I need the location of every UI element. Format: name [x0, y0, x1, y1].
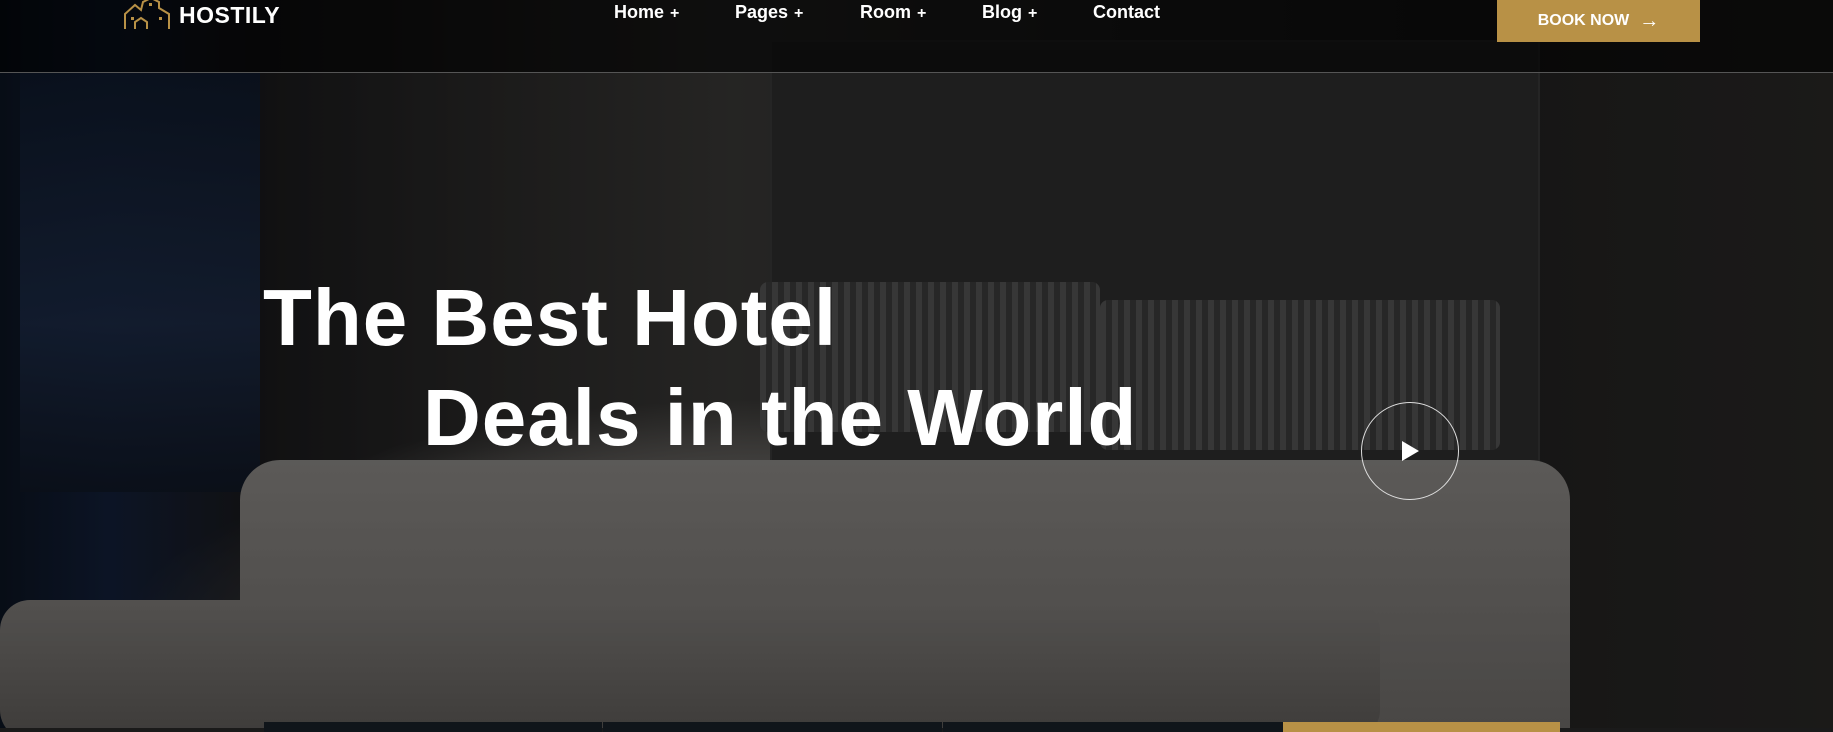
hero-background	[0, 0, 1833, 728]
nav-room[interactable]: Room +	[860, 2, 926, 23]
plus-icon: +	[794, 5, 804, 22]
house-logo-icon	[124, 0, 170, 29]
nav-contact[interactable]: Contact	[1093, 2, 1160, 23]
nav-label: Room	[860, 2, 911, 22]
check-availability-button[interactable]	[1283, 722, 1560, 732]
hero-title-line1: The Best Hotel	[263, 273, 838, 362]
book-now-button[interactable]: BOOK NOW →	[1497, 0, 1700, 42]
nav-home[interactable]: Home +	[614, 2, 679, 23]
nav-pages[interactable]: Pages +	[735, 2, 803, 23]
nav-label: Home	[614, 2, 665, 22]
plus-icon: +	[670, 5, 680, 22]
arrow-right-icon: →	[1639, 9, 1660, 32]
nav-label: Pages	[735, 2, 789, 22]
plus-icon: +	[1028, 5, 1038, 22]
plus-icon: +	[917, 5, 927, 22]
play-video-button[interactable]	[1361, 402, 1459, 500]
nav-label: Contact	[1093, 2, 1160, 22]
booking-field[interactable]	[943, 722, 1283, 732]
hero-title-line2: Deals in the World	[423, 373, 1138, 462]
logo[interactable]: HOSTILY	[123, 0, 280, 30]
header-divider	[0, 72, 1833, 73]
play-icon	[1402, 441, 1419, 461]
nav-blog[interactable]: Blog +	[982, 2, 1037, 23]
booking-field[interactable]	[603, 722, 942, 732]
booking-field[interactable]	[264, 722, 602, 732]
dark-overlay	[0, 0, 1833, 728]
brand-name: HOSTILY	[179, 1, 281, 28]
book-now-label: BOOK NOW	[1537, 12, 1630, 29]
nav-label: Blog	[982, 2, 1022, 22]
